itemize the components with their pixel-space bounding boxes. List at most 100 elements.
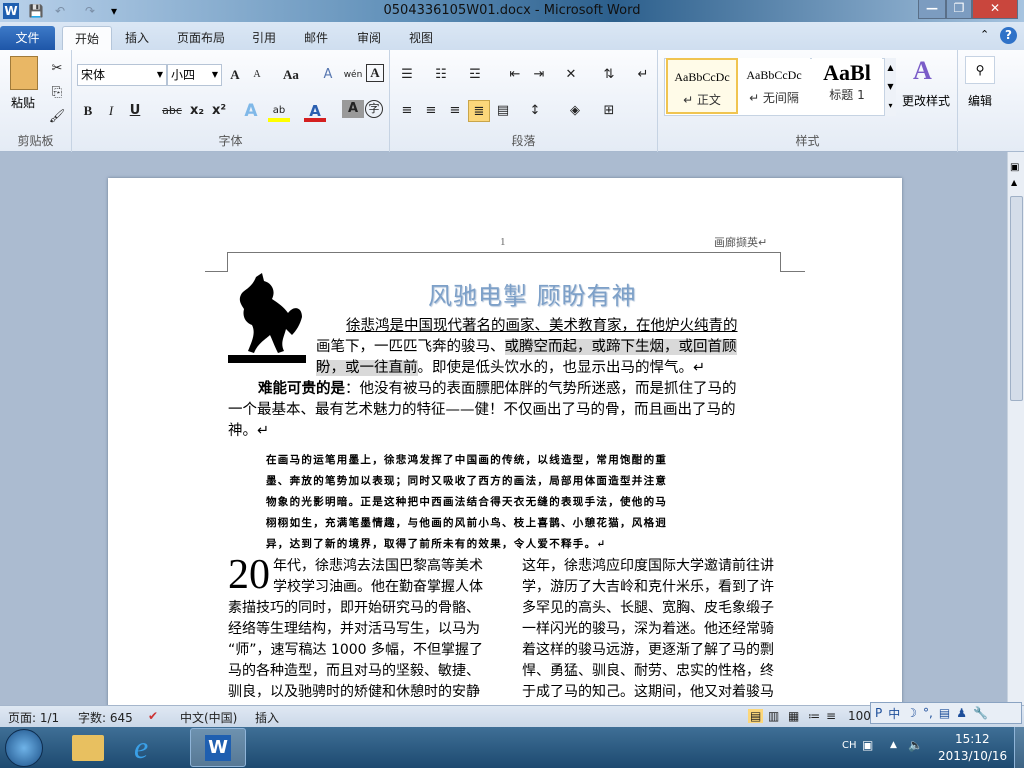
ruler-toggle-icon[interactable]: ▣ [1010, 162, 1019, 173]
ime-punctuation-icon[interactable]: °, [923, 706, 933, 720]
ime-toolbar[interactable]: P 中 ☽ °, ▤ ♟ 🔧 [870, 702, 1022, 724]
paste-button[interactable]: 粘贴 [11, 94, 35, 111]
change-styles-icon[interactable]: A [913, 56, 932, 86]
show-hidden-icons[interactable]: ▲ [890, 740, 897, 750]
chinese-layout-icon[interactable]: ✕ [560, 64, 582, 86]
outline-icon[interactable]: ≔ [808, 709, 820, 723]
tab-insert[interactable]: 插入 [113, 26, 161, 50]
word-count[interactable]: 字数: 645 [78, 709, 133, 726]
proofing-icon[interactable]: ✔ [148, 709, 158, 723]
tab-home[interactable]: 开始 [62, 26, 113, 50]
phonetic-guide-button[interactable]: wén [342, 64, 364, 86]
draft-icon[interactable]: ≡ [826, 709, 836, 723]
strikethrough-button[interactable]: abc [158, 100, 186, 122]
web-layout-icon[interactable]: ▦ [788, 709, 799, 723]
show-desktop-button[interactable] [1014, 727, 1024, 768]
style-heading-1[interactable]: AaBl 标题 1 [812, 58, 882, 114]
align-left-icon[interactable]: ≡ [396, 100, 418, 122]
clock-date[interactable]: 2013/10/16 [938, 749, 1007, 763]
full-screen-icon[interactable]: ▥ [768, 709, 779, 723]
highlight-button[interactable]: ab [268, 100, 290, 122]
minimize-button[interactable]: — [918, 0, 946, 19]
enclose-characters-button[interactable]: 字 [365, 100, 383, 118]
vertical-scrollbar[interactable]: ▣ ▲ [1007, 152, 1024, 705]
print-layout-icon[interactable]: ▤ [748, 709, 764, 723]
borders-icon[interactable]: ⊞ [598, 100, 620, 122]
word-taskbar-button[interactable]: W [190, 728, 246, 767]
numbering-icon[interactable]: ☷ [430, 64, 452, 86]
style-no-spacing[interactable]: AaBbCcDc ↵ 无间隔 [738, 58, 810, 114]
font-name-select[interactable]: 宋体 ▼ [77, 64, 167, 86]
grow-font-button[interactable]: A [224, 64, 246, 86]
styles-scroll[interactable]: ▲ ▼ ▾ [884, 58, 896, 116]
align-center-icon[interactable]: ≡ [420, 100, 442, 122]
language[interactable]: 中文(中国) [180, 709, 237, 726]
italic-button[interactable]: I [100, 100, 122, 122]
align-right-icon[interactable]: ≡ [444, 100, 466, 122]
font-color-button[interactable]: A [304, 100, 326, 122]
quote-line: 在画马的运笔用墨上，徐悲鸿发挥了中国画的传统，以线造型，常用饱酣的重 [266, 454, 668, 466]
shrink-font-button[interactable]: A [246, 64, 268, 86]
subscript-button[interactable]: x₂ [186, 100, 208, 122]
distributed-icon[interactable]: ▤ [492, 100, 514, 122]
ime-chinese-mode[interactable]: 中 [888, 705, 900, 722]
tab-mailings[interactable]: 邮件 [292, 26, 340, 50]
tab-page-layout[interactable]: 页面布局 [165, 26, 237, 50]
justify-icon[interactable]: ≣ [468, 100, 490, 122]
clock-time[interactable]: 15:12 [955, 732, 990, 746]
horse-image[interactable] [228, 273, 306, 367]
cut-icon[interactable]: ✂ [46, 58, 68, 80]
change-case-button[interactable]: Aa [277, 64, 305, 86]
find-icon[interactable]: ⚲ [965, 56, 995, 84]
wordart-title[interactable]: 风驰电掣 顾盼有神 [428, 276, 637, 311]
ime-halfwidth-icon[interactable]: ☽ [906, 706, 917, 720]
sort-icon[interactable]: ⇅ [598, 64, 620, 86]
font-size-select[interactable]: 小四 ▼ [167, 64, 222, 86]
help-icon[interactable]: ? [1000, 27, 1017, 44]
ime-logo-icon[interactable]: P [875, 706, 882, 720]
decrease-indent-icon[interactable]: ⇤ [504, 64, 526, 86]
taskbar: e W CH ▣ ▲ 🔈 15:12 2013/10/16 [0, 727, 1024, 768]
insert-mode[interactable]: 插入 [255, 709, 279, 726]
superscript-button[interactable]: x² [208, 100, 230, 122]
internet-explorer-icon[interactable]: e [134, 729, 148, 766]
tab-references[interactable]: 引用 [240, 26, 288, 50]
ime-tray-icon[interactable]: ▣ [862, 738, 873, 752]
scroll-up-arrow[interactable]: ▲ [1011, 178, 1017, 187]
scroll-thumb[interactable] [1010, 196, 1023, 401]
style-normal[interactable]: AaBbCcDc ↵ 正文 [666, 58, 738, 114]
tab-view[interactable]: 视图 [397, 26, 445, 50]
page-count[interactable]: 页面: 1/1 [8, 709, 59, 726]
minimize-ribbon-icon[interactable]: ⌃ [980, 28, 989, 41]
clear-format-button[interactable]: A [317, 64, 339, 86]
editing-button[interactable]: 编辑 [968, 92, 992, 109]
change-styles-button[interactable]: 更改样式 [902, 92, 950, 109]
ime-user-icon[interactable]: ♟ [956, 706, 967, 720]
show-marks-icon[interactable]: ↵ [632, 64, 654, 86]
start-button[interactable] [5, 729, 43, 767]
text-effects-button[interactable]: A [240, 100, 262, 122]
increase-indent-icon[interactable]: ⇥ [528, 64, 550, 86]
tab-review[interactable]: 审阅 [345, 26, 393, 50]
copy-icon[interactable]: ⎘ [46, 82, 68, 104]
page[interactable]: 1 画廊撷英↵ 风驰电掣 顾盼有神 徐悲鸿是中国现代著名的画家、美术教育家，在他… [108, 178, 902, 705]
bullets-icon[interactable]: ☰ [396, 64, 418, 86]
line-spacing-icon[interactable]: ↕ [524, 100, 546, 122]
underline-button[interactable]: U [124, 100, 146, 122]
restore-button[interactable]: ❐ [946, 0, 972, 19]
format-painter-icon[interactable]: 🖌 [46, 106, 68, 128]
character-shading-button[interactable]: A [342, 100, 364, 118]
paste-icon[interactable] [10, 56, 38, 90]
input-language[interactable]: CH [842, 740, 857, 751]
shading-icon[interactable]: ◈ [564, 100, 586, 122]
ime-settings-icon[interactable]: 🔧 [973, 706, 988, 720]
ime-keyboard-icon[interactable]: ▤ [939, 706, 950, 720]
explorer-icon[interactable] [72, 735, 104, 761]
character-border-button[interactable]: A [366, 64, 384, 82]
tab-file[interactable]: 文件 [0, 26, 55, 50]
volume-icon[interactable]: 🔈 [908, 738, 923, 752]
close-button[interactable]: ✕ [972, 0, 1018, 19]
zoom-level[interactable]: 100 [848, 709, 871, 723]
multilevel-list-icon[interactable]: ☲ [464, 64, 486, 86]
bold-button[interactable]: B [77, 100, 99, 122]
